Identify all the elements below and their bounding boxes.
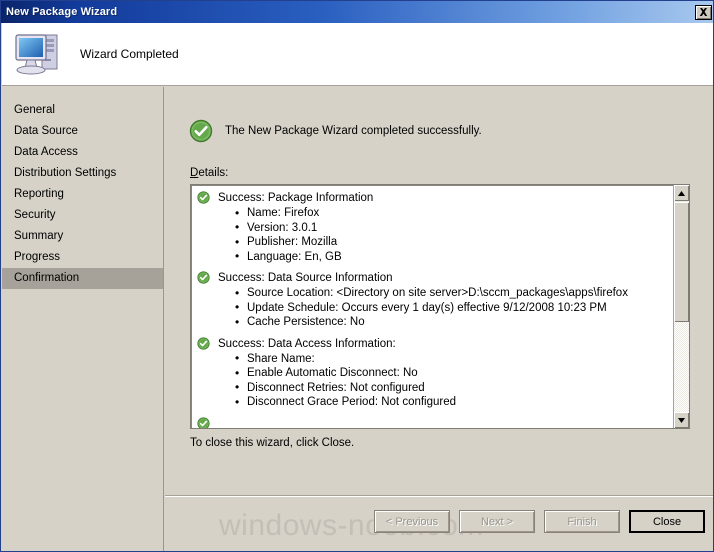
list-item: Publisher: Mozilla <box>235 235 669 250</box>
list-item: Cache Persistence: No <box>235 315 669 330</box>
sidebar-item-data-source[interactable]: Data Source <box>2 121 163 142</box>
scrollbar-track[interactable] <box>674 322 689 412</box>
sidebar-item-summary[interactable]: Summary <box>2 226 163 247</box>
success-check-icon <box>197 336 210 350</box>
details-group-heading: Success: Data Access Information: <box>197 336 669 351</box>
sidebar-item-security[interactable]: Security <box>2 205 163 226</box>
wizard-footer: < Previous Next > Finish Close <box>165 498 713 551</box>
list-item: Name: Firefox <box>235 206 669 221</box>
success-check-icon <box>197 271 210 284</box>
details-label-rest: etails: <box>198 167 229 179</box>
wizard-content: The New Package Wizard completed success… <box>165 87 713 495</box>
titlebar[interactable]: New Package Wizard <box>1 1 713 23</box>
details-group-heading: Success: Data Source Information <box>197 271 669 285</box>
success-check-icon <box>197 191 210 204</box>
scroll-down-button[interactable] <box>674 412 689 428</box>
details-group-package-information: Success: Package Information Name: Firef… <box>197 191 669 264</box>
details-group-heading: Success: Package Information <box>197 191 669 205</box>
details-bullet-list: Name: Firefox Version: 3.0.1 Publisher: … <box>197 206 669 264</box>
wizard-step-sidebar: General Data Source Data Access Distribu… <box>2 87 164 551</box>
details-bullet-list: Share Name: Enable Automatic Disconnect:… <box>197 351 669 410</box>
header-title: Wizard Completed <box>80 47 179 61</box>
details-heading-text: Success: Package Information <box>218 192 374 204</box>
finish-button[interactable]: Finish <box>544 510 620 533</box>
scroll-up-button[interactable] <box>674 185 689 201</box>
list-item: Share Name: <box>235 351 669 367</box>
sidebar-item-data-access[interactable]: Data Access <box>2 142 163 163</box>
completion-result: The New Package Wizard completed success… <box>189 119 482 143</box>
completion-result-text: The New Package Wizard completed success… <box>225 125 482 137</box>
details-label: Details: <box>190 167 228 179</box>
computer-icon <box>15 34 58 75</box>
details-next-group-clipped <box>197 416 669 428</box>
details-vertical-scrollbar[interactable] <box>673 185 689 428</box>
details-heading-text: Success: Data Access Information: <box>218 337 396 350</box>
success-check-icon <box>197 416 210 428</box>
details-panel[interactable]: Success: Package Information Name: Firef… <box>190 184 690 429</box>
next-button[interactable]: Next > <box>459 510 535 533</box>
details-group-data-access-information: Success: Data Access Information: Share … <box>197 336 669 410</box>
sidebar-item-distribution-settings[interactable]: Distribution Settings <box>2 163 163 184</box>
close-window-button[interactable] <box>695 4 712 20</box>
scrollbar-thumb[interactable] <box>674 202 689 322</box>
success-check-icon <box>189 119 213 143</box>
list-item: Version: 3.0.1 <box>235 220 669 236</box>
close-hint-text: To close this wizard, click Close. <box>190 437 355 449</box>
window-title: New Package Wizard <box>6 6 118 18</box>
list-item: Source Location: <Directory on site serv… <box>235 286 669 301</box>
sidebar-item-general[interactable]: General <box>2 100 163 121</box>
details-heading-text: Success: Data Source Information <box>218 272 393 284</box>
details-bullet-list: Source Location: <Directory on site serv… <box>197 286 669 330</box>
sidebar-item-confirmation[interactable]: Confirmation <box>2 268 163 289</box>
previous-button[interactable]: < Previous <box>374 510 450 533</box>
footer-divider <box>165 495 713 497</box>
list-item: Update Schedule: Occurs every 1 day(s) e… <box>235 300 669 316</box>
scroll-down-arrow-icon <box>678 417 685 423</box>
scroll-up-arrow-icon <box>678 190 685 196</box>
close-x-icon <box>699 8 708 16</box>
sidebar-item-progress[interactable]: Progress <box>2 247 163 268</box>
list-item: Disconnect Grace Period: Not configured <box>235 395 669 410</box>
sidebar-item-reporting[interactable]: Reporting <box>2 184 163 205</box>
list-item: Language: En, GB <box>235 249 669 265</box>
close-button[interactable]: Close <box>629 510 705 533</box>
wizard-header: Wizard Completed <box>2 23 713 86</box>
details-list: Success: Package Information Name: Firef… <box>191 185 673 428</box>
details-group-data-source-information: Success: Data Source Information Source … <box>197 271 669 330</box>
list-item: Enable Automatic Disconnect: No <box>235 366 669 381</box>
wizard-window: New Package Wizard Wizard Completed Gene… <box>0 0 714 552</box>
list-item: Disconnect Retries: Not configured <box>235 380 669 396</box>
